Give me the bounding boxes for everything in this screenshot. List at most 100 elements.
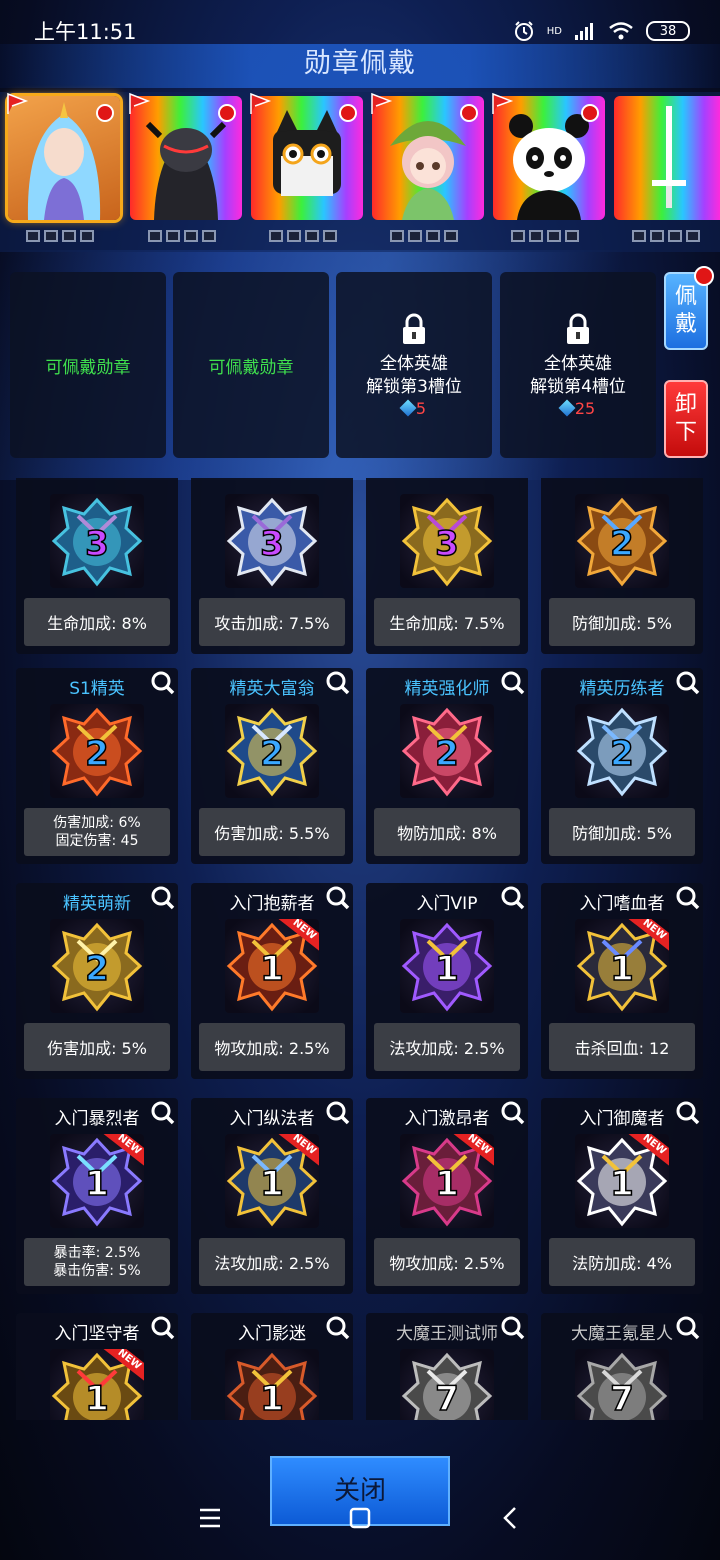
slot-empty-label: 可佩戴勋章 (208, 357, 294, 378)
medal-slot-1[interactable]: 可佩戴勋章 (10, 272, 166, 458)
medal-grid: 3 生命加成: 8% 3 攻击加成: 7.5% 3 生命加成: 7.5% 2 防御加成: 5%… (0, 478, 720, 1420)
stat-line: 物防加成: 8% (397, 824, 497, 843)
search-icon[interactable] (500, 670, 526, 696)
hero-card-white-sword[interactable] (614, 96, 720, 242)
medal-stat: 攻击加成: 7.5% (199, 598, 345, 646)
medal-stat: 法防加成: 4% (549, 1238, 695, 1286)
lock-icon (403, 313, 425, 344)
medal-icon: 2 (50, 919, 144, 1013)
hero-card-black-cat[interactable] (250, 92, 363, 242)
unlock-cost: 25 (558, 398, 596, 418)
alarm-icon (514, 21, 533, 41)
medal-stat: 伤害加成: 5.5% (199, 808, 345, 856)
medal-card[interactable]: 入门坚守者 1 NEW (16, 1313, 178, 1420)
medal-stat: 法攻加成: 2.5% (199, 1238, 345, 1286)
search-icon[interactable] (150, 670, 176, 696)
medal-card[interactable]: S1精英 2 伤害加成: 6% 固定伤害: 45 (16, 668, 178, 864)
medal-card[interactable]: 入门激昂者 1 NEW 物攻加成: 2.5% (366, 1098, 528, 1294)
search-icon[interactable] (325, 670, 351, 696)
medal-slot-indicators (269, 230, 345, 244)
medal-card[interactable]: 精英历练者 2 防御加成: 5% (541, 668, 703, 864)
stat-line: 物攻加成: 2.5% (214, 1039, 330, 1058)
unlock-line-2: 解锁第3槽位 (366, 376, 462, 397)
stat-line: 固定伤害: 45 (55, 833, 139, 849)
medal-icon: 3 (225, 494, 319, 588)
remove-button[interactable]: 卸 下 (664, 380, 708, 458)
search-icon[interactable] (325, 1100, 351, 1126)
search-icon[interactable] (325, 885, 351, 911)
medal-card[interactable]: 精英大富翁 2 伤害加成: 5.5% (191, 668, 353, 864)
search-icon[interactable] (675, 885, 701, 911)
hero-card-leaf-fairy[interactable] (371, 92, 484, 242)
medal-slot-2[interactable]: 可佩戴勋章 (173, 272, 329, 458)
stat-line: 防御加成: 5% (572, 824, 672, 843)
medal-card[interactable]: 精英萌新 2 伤害加成: 5% (16, 883, 178, 1079)
search-icon[interactable] (675, 1100, 701, 1126)
wifi-icon (609, 22, 633, 40)
medal-card[interactable]: 入门抱薪者 1 NEW 物攻加成: 2.5% (191, 883, 353, 1079)
flag-icon (7, 92, 29, 114)
medal-card[interactable]: 3 生命加成: 8% (16, 478, 178, 654)
medal-icon: 1 NEW (400, 1134, 494, 1228)
stat-line: 法防加成: 4% (572, 1254, 672, 1273)
wear-button[interactable]: 佩 戴 (664, 266, 714, 350)
hero-card-blue-haired-girl[interactable] (7, 92, 120, 242)
search-icon[interactable] (150, 885, 176, 911)
menu-icon[interactable] (190, 1500, 230, 1536)
search-icon[interactable] (325, 1315, 351, 1341)
hero-card-dark-knight[interactable] (129, 92, 242, 242)
medal-level: 2 (84, 948, 109, 990)
medal-card[interactable]: 精英强化师 2 物防加成: 8% (366, 668, 528, 864)
medal-slot-indicators (148, 230, 224, 244)
flag-icon (129, 92, 151, 114)
medal-card[interactable]: 入门纵法者 1 NEW 法攻加成: 2.5% (191, 1098, 353, 1294)
medal-level: 2 (259, 733, 284, 775)
notification-dot (339, 104, 357, 122)
medal-card[interactable]: 入门VIP 1 法攻加成: 2.5% (366, 883, 528, 1079)
medal-slot-indicators (511, 230, 587, 244)
medal-slot-indicators (26, 230, 102, 244)
stat-line: 击杀回血: 12 (574, 1039, 670, 1058)
home-icon[interactable] (340, 1500, 380, 1536)
stat-line: 生命加成: 8% (47, 614, 147, 633)
medal-slot-4-locked[interactable]: 全体英雄 解锁第4槽位 25 (500, 272, 656, 458)
search-icon[interactable] (500, 1100, 526, 1126)
medal-icon: 1 NEW (50, 1349, 144, 1420)
medal-card[interactable]: 入门影迷 1 (191, 1313, 353, 1420)
notification-dot (218, 104, 236, 122)
medal-icon: 7 (575, 1349, 669, 1420)
stat-line: 防御加成: 5% (572, 614, 672, 633)
search-icon[interactable] (150, 1100, 176, 1126)
search-icon[interactable] (500, 885, 526, 911)
medal-level: 7 (609, 1378, 634, 1420)
medal-icon: 1 NEW (225, 1134, 319, 1228)
stat-line: 暴击率: 2.5% (53, 1245, 141, 1261)
medal-level: 1 (84, 1378, 109, 1420)
unlock-line-2: 解锁第4槽位 (530, 376, 626, 397)
wear-label-1: 佩 (674, 284, 697, 309)
search-icon[interactable] (675, 670, 701, 696)
medal-icon: 2 (575, 494, 669, 588)
cost-value: 25 (574, 398, 596, 418)
medal-card[interactable]: 2 防御加成: 5% (541, 478, 703, 654)
stat-line: 伤害加成: 5% (47, 1039, 147, 1058)
medal-card[interactable]: 入门御魔者 1 NEW 法防加成: 4% (541, 1098, 703, 1294)
search-icon[interactable] (150, 1315, 176, 1341)
hero-card-panda[interactable] (492, 92, 605, 242)
medal-card[interactable]: 大魔王氪星人 7 (541, 1313, 703, 1420)
medal-level: 2 (434, 733, 459, 775)
notification-dot (694, 266, 714, 286)
search-icon[interactable] (500, 1315, 526, 1341)
medal-icon: 3 (50, 494, 144, 588)
medal-card[interactable]: 3 攻击加成: 7.5% (191, 478, 353, 654)
medal-card[interactable]: 入门暴烈者 1 NEW 暴击率: 2.5% 暴击伤害: 5% (16, 1098, 178, 1294)
stat-line: 伤害加成: 5.5% (214, 824, 330, 843)
medal-card[interactable]: 3 生命加成: 7.5% (366, 478, 528, 654)
medal-level: 3 (434, 523, 459, 565)
medal-slot-3-locked[interactable]: 全体英雄 解锁第3槽位 5 (336, 272, 492, 458)
medal-card[interactable]: 大魔王测试师 7 (366, 1313, 528, 1420)
search-icon[interactable] (675, 1315, 701, 1341)
hd-label: HD (546, 25, 562, 37)
back-icon[interactable] (490, 1500, 530, 1536)
medal-card[interactable]: 入门嗜血者 1 NEW 击杀回血: 12 (541, 883, 703, 1079)
